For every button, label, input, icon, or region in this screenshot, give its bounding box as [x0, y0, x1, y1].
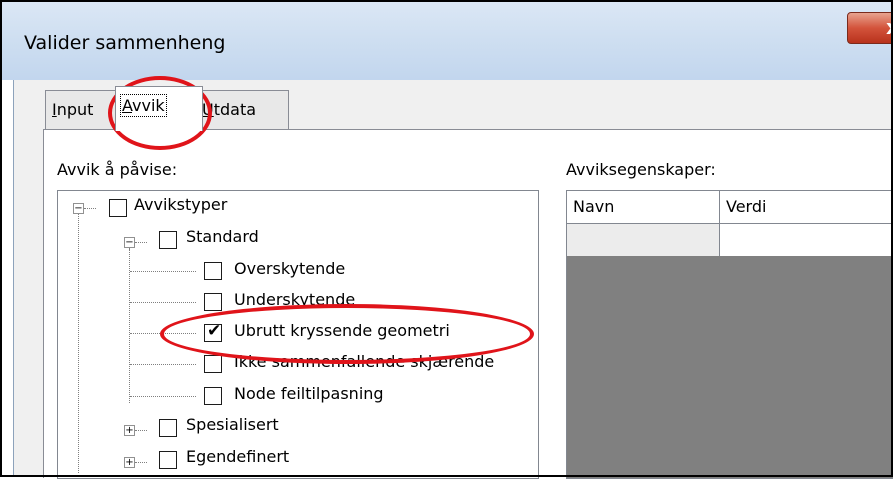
- screenshot-frame: [0, 0, 893, 477]
- tab-avvik-label: Avvik: [120, 94, 167, 117]
- tab-avvik[interactable]: Avvik: [115, 86, 203, 131]
